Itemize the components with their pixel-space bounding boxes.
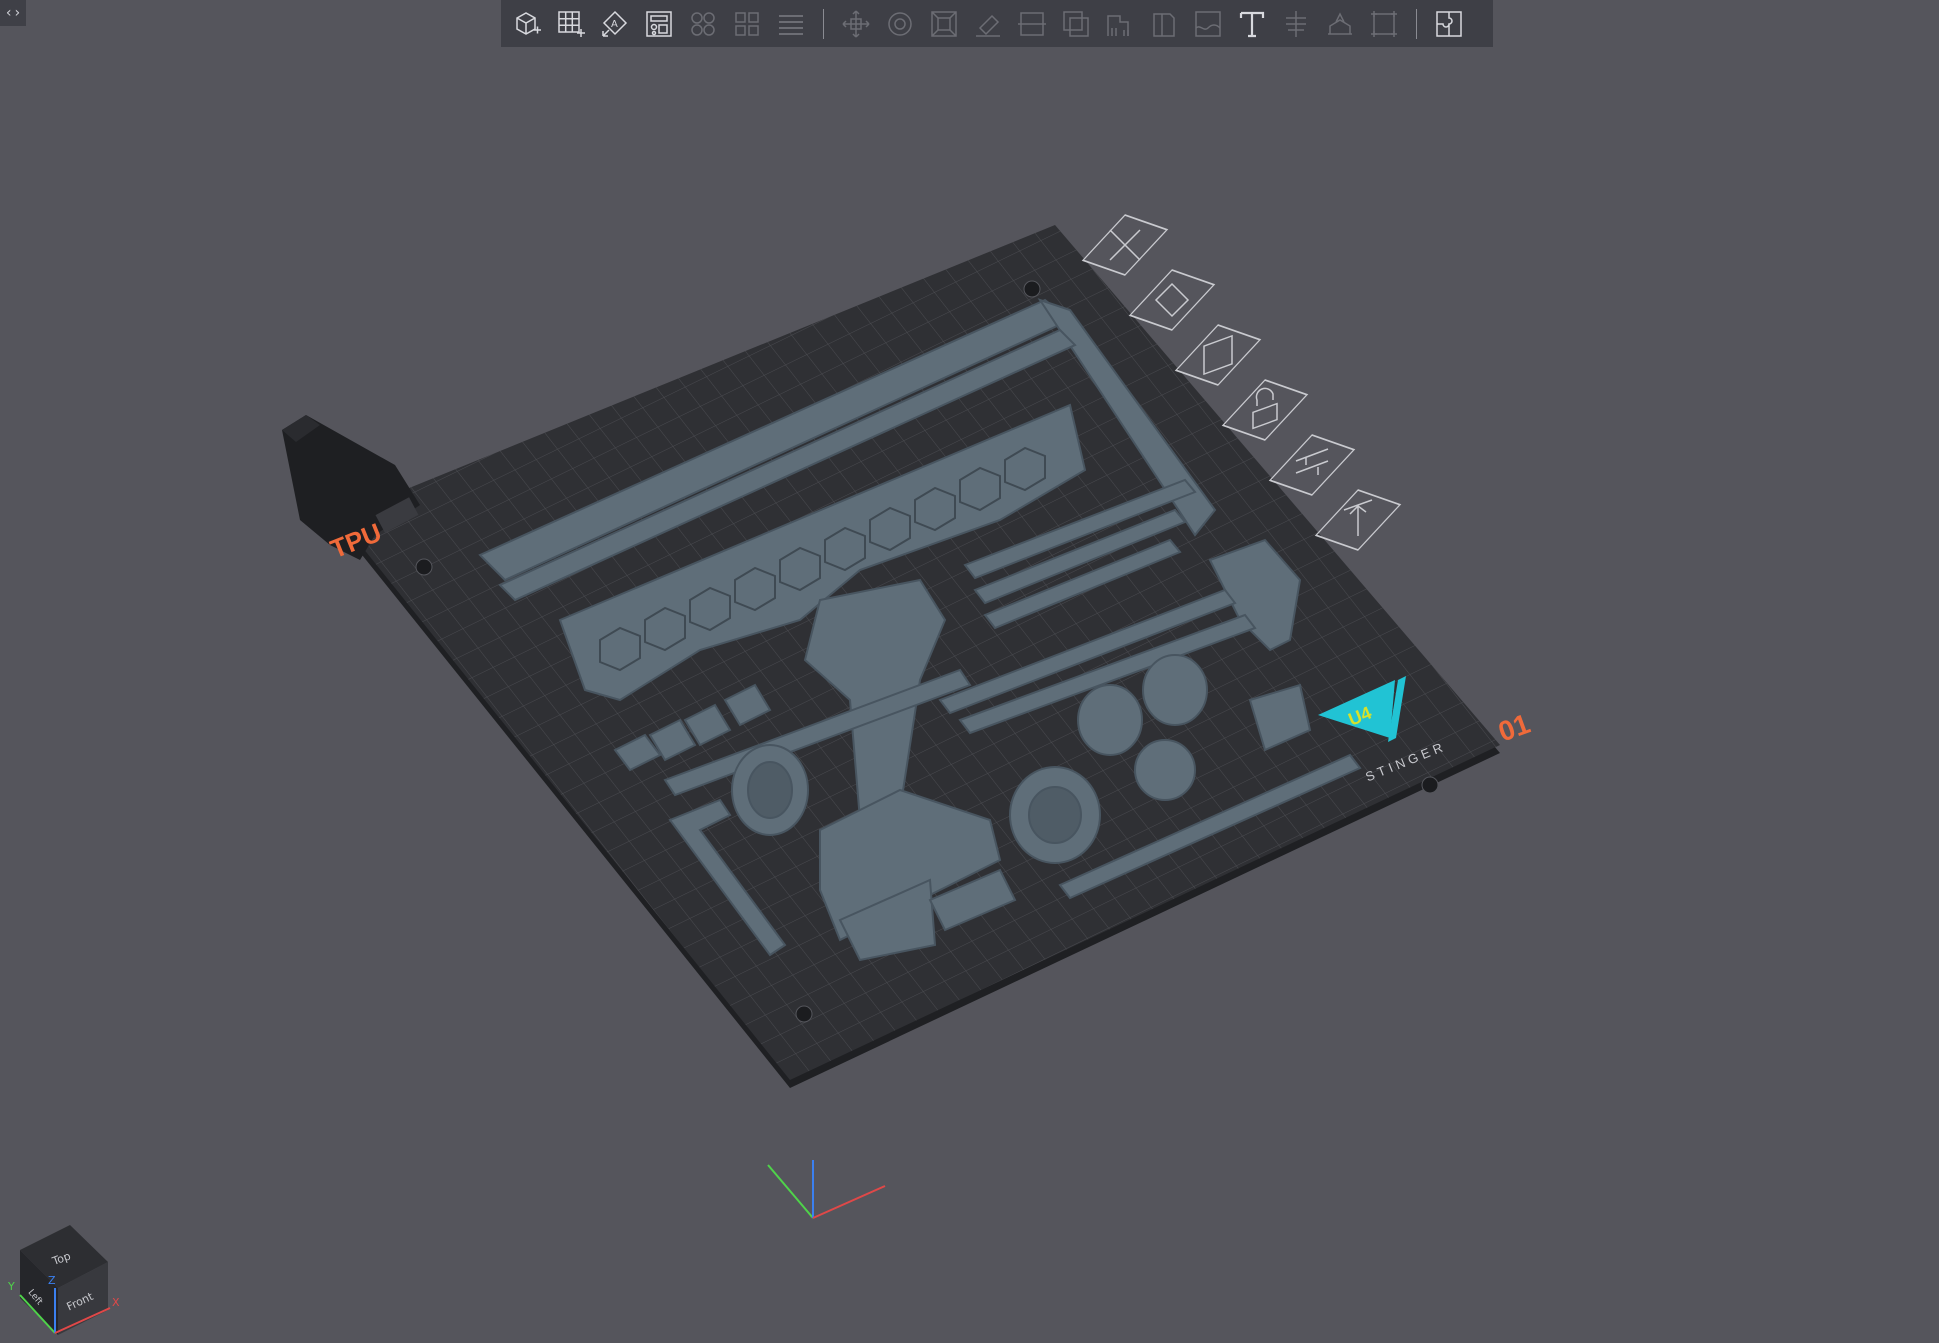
close-icon xyxy=(1109,229,1141,261)
auto-orient-icon xyxy=(1154,282,1190,318)
arrange-icon xyxy=(1203,334,1233,376)
navigation-cube[interactable]: Top Front Left X Y Z xyxy=(7,1225,120,1335)
move-top-icon xyxy=(1343,499,1373,536)
axis-z-label: Z xyxy=(48,1274,56,1287)
3d-viewport[interactable]: TPU U4 STINGER 01 Top Front Left X Y Z xyxy=(0,0,1939,1343)
axis-y-label: Y xyxy=(7,1280,15,1293)
plate-number: 01 xyxy=(1494,708,1534,748)
axis-x-label: X xyxy=(112,1296,120,1309)
settings-sliders-icon xyxy=(1295,448,1329,475)
world-axes xyxy=(767,1160,886,1219)
lock-icon xyxy=(1252,387,1278,430)
